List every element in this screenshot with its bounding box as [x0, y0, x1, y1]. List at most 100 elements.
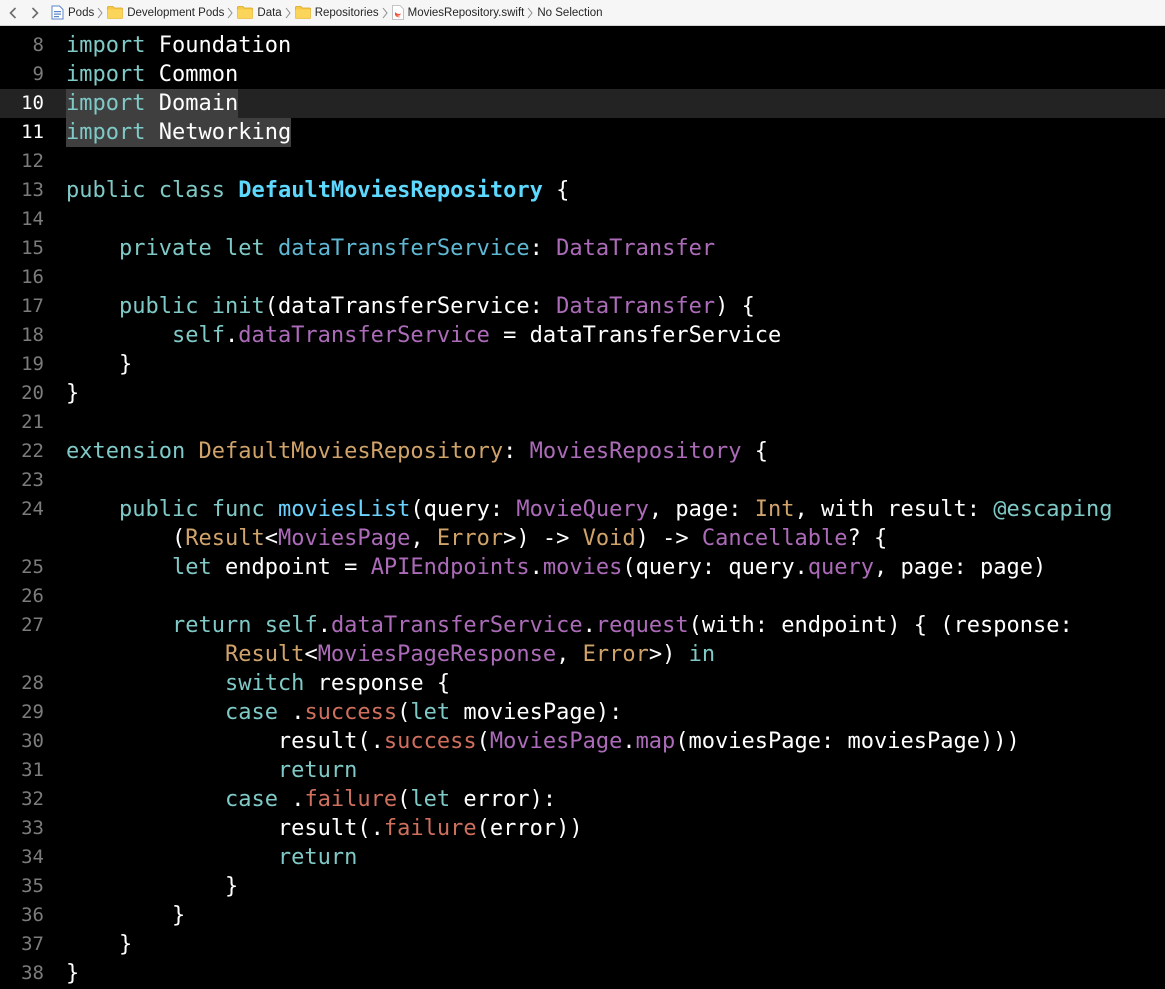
folder-icon — [237, 6, 254, 19]
code-line[interactable]: 12 — [0, 147, 1165, 176]
code-line[interactable]: 16 — [0, 263, 1165, 292]
code-line[interactable]: 31 return — [0, 756, 1165, 785]
code-text: } — [118, 932, 133, 957]
folder-icon — [294, 6, 311, 19]
breadcrumb-selection[interactable]: No Selection — [537, 3, 602, 23]
line-number: 34 — [21, 846, 44, 868]
code-text: } — [171, 903, 186, 928]
jump-bar: Pods Development Pods Data Repositories … — [0, 0, 1165, 26]
code-text: public func moviesList(query: MovieQuery… — [118, 497, 1113, 522]
code-line[interactable]: 9 import Common — [0, 60, 1165, 89]
code-line[interactable]: 32 case .failure(let error): — [0, 785, 1165, 814]
code-line[interactable]: 19 } — [0, 350, 1165, 379]
line-number: 26 — [21, 585, 44, 607]
line-number: 11 — [21, 121, 44, 143]
navigate-forward-button[interactable] — [27, 3, 43, 23]
line-number: 10 — [21, 92, 44, 114]
line-number: 8 — [32, 34, 44, 56]
code-line[interactable]: 13 public class DefaultMoviesRepository … — [0, 176, 1165, 205]
breadcrumb-label: Data — [257, 6, 282, 19]
breadcrumb-separator-icon — [382, 7, 388, 19]
code-text: } — [118, 352, 133, 377]
line-number: 35 — [21, 875, 44, 897]
line-number: 19 — [21, 353, 44, 375]
code-text: result(.failure(error)) — [277, 816, 583, 841]
breadcrumb-development-pods[interactable]: Development Pods — [107, 3, 224, 23]
line-number: 31 — [21, 759, 44, 781]
code-line[interactable]: 15 private let dataTransferService: Data… — [0, 234, 1165, 263]
breadcrumb-label: Development Pods — [127, 6, 225, 19]
code-text: switch response { — [224, 671, 451, 696]
line-number: 29 — [21, 701, 44, 723]
line-number: 21 — [21, 411, 44, 433]
code-line[interactable]: 35 } — [0, 872, 1165, 901]
code-text: } — [66, 381, 80, 406]
code-text: self.dataTransferService = dataTransferS… — [171, 323, 782, 348]
line-number: 12 — [21, 150, 44, 172]
code-text: extension DefaultMoviesRepository: Movie… — [66, 439, 769, 464]
line-number: 13 — [21, 179, 44, 201]
line-number: 23 — [21, 469, 44, 491]
code-line[interactable]: 18 self.dataTransferService = dataTransf… — [0, 321, 1165, 350]
code-line[interactable]: 26 — [0, 582, 1165, 611]
code-line[interactable]: 14 — [0, 205, 1165, 234]
code-text: public init(dataTransferService: DataTra… — [118, 294, 755, 319]
code-line[interactable]: 33 result(.failure(error)) — [0, 814, 1165, 843]
code-editor[interactable]: 8 import Foundation 9 import Common 10 i… — [0, 31, 1165, 989]
code-line[interactable]: 36 } — [0, 901, 1165, 930]
code-line[interactable]: 20 } — [0, 379, 1165, 408]
line-number: 17 — [21, 295, 44, 317]
line-number: 24 — [21, 498, 44, 520]
line-number: 18 — [21, 324, 44, 346]
navigate-back-button[interactable] — [5, 3, 21, 23]
line-number: 15 — [21, 237, 44, 259]
line-number: 27 — [21, 614, 44, 636]
code-line[interactable]: 29 case .success(let moviesPage): — [0, 698, 1165, 727]
breadcrumb-pods[interactable]: Pods — [51, 3, 94, 23]
code-line[interactable]: 30 result(.success(MoviesPage.map(movies… — [0, 727, 1165, 756]
chevron-right-icon — [31, 6, 39, 19]
line-number: 14 — [21, 208, 44, 230]
code-line[interactable]: 38 } — [0, 959, 1165, 988]
code-line[interactable]: 28 switch response { — [0, 669, 1165, 698]
code-text: public class DefaultMoviesRepository { — [66, 178, 570, 203]
breadcrumb-data[interactable]: Data — [237, 3, 282, 23]
code-line[interactable]: 17 public init(dataTransferService: Data… — [0, 292, 1165, 321]
line-number: 30 — [21, 730, 44, 752]
breadcrumb-repositories[interactable]: Repositories — [294, 3, 379, 23]
code-text: return — [277, 845, 358, 870]
code-line-current[interactable]: 10 import Domain — [0, 89, 1165, 118]
selected-code-text: import Networking — [66, 118, 292, 147]
code-text: import Common — [66, 62, 239, 87]
code-text: } — [66, 961, 80, 986]
breadcrumb-label: No Selection — [537, 6, 603, 19]
line-number: 33 — [21, 817, 44, 839]
code-text: private let dataTransferService: DataTra… — [118, 236, 716, 261]
line-number: 36 — [21, 904, 44, 926]
line-number: 32 — [21, 788, 44, 810]
breadcrumb-separator-icon — [227, 7, 234, 19]
code-line-wrap[interactable]: (Result<MoviesPage, Error>) -> Void) -> … — [0, 524, 1165, 553]
code-line-selected[interactable]: 11 import Networking — [0, 118, 1165, 147]
breadcrumb-file[interactable]: MoviesRepository.swift — [391, 3, 524, 23]
code-text: return — [277, 758, 358, 783]
code-line[interactable]: 8 import Foundation — [0, 31, 1165, 60]
code-line[interactable]: 25 let endpoint = APIEndpoints.movies(qu… — [0, 553, 1165, 582]
code-text: import Foundation — [66, 33, 292, 58]
code-line[interactable]: 27 return self.dataTransferService.reque… — [0, 611, 1165, 640]
selected-code-text: import Domain — [66, 89, 239, 118]
breadcrumb-separator-icon — [97, 7, 103, 19]
code-line[interactable]: 24 public func moviesList(query: MovieQu… — [0, 495, 1165, 524]
code-line[interactable]: 34 return — [0, 843, 1165, 872]
code-line[interactable]: 23 — [0, 466, 1165, 495]
code-text: return self.dataTransferService.request(… — [171, 613, 1073, 638]
code-line-wrap[interactable]: Result<MoviesPageResponse, Error>) in — [0, 640, 1165, 669]
breadcrumb-label: Repositories — [314, 6, 379, 19]
chevron-left-icon — [9, 6, 17, 19]
code-line[interactable]: 37 } — [0, 930, 1165, 959]
code-text: (Result<MoviesPage, Error>) -> Void) -> … — [171, 526, 888, 551]
code-text: let endpoint = APIEndpoints.movies(query… — [171, 555, 1047, 580]
line-number: 20 — [21, 382, 44, 404]
code-line[interactable]: 22 extension DefaultMoviesRepository: Mo… — [0, 437, 1165, 466]
code-line[interactable]: 21 — [0, 408, 1165, 437]
